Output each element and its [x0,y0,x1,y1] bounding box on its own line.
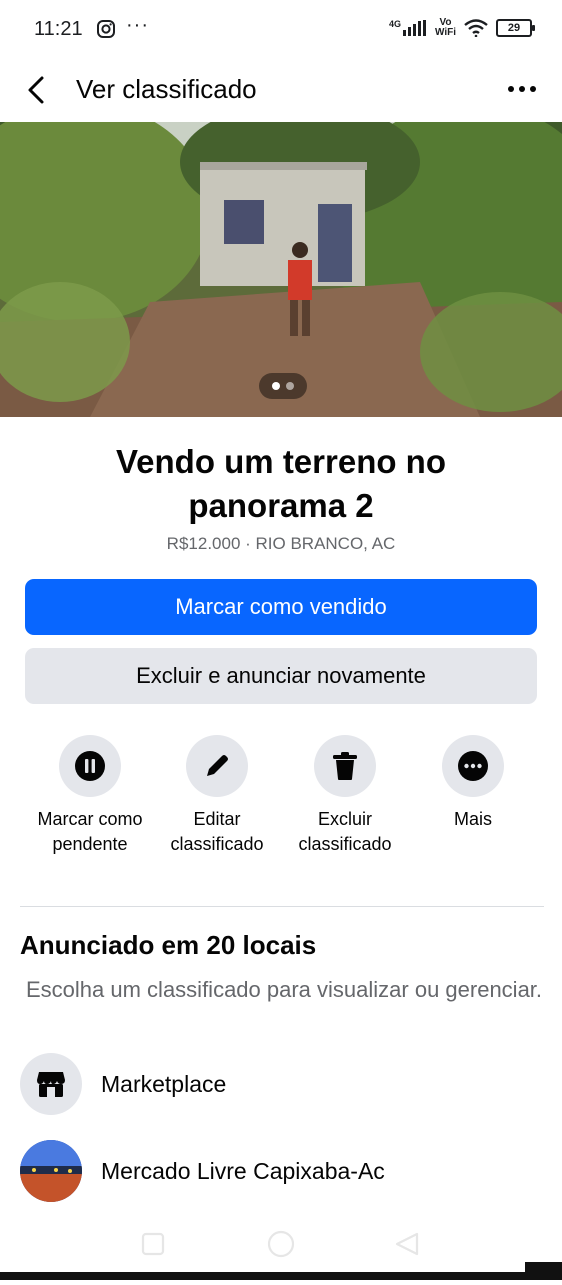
listing-photo[interactable] [0,122,562,417]
edit-listing-action[interactable]: Editar classificado [153,735,281,857]
signal-bars-icon [402,20,426,36]
group-avatar [20,1140,82,1202]
place-row-group[interactable]: Mercado Livre Capixaba-Ac [20,1140,540,1202]
delete-listing-label: Excluir classificado [298,809,392,854]
photo-pagination [259,373,307,399]
signal-icon: 4G [389,20,427,36]
pencil-icon [207,755,228,776]
instagram-icon [97,20,115,38]
marketplace-store-icon [20,1053,82,1115]
mark-pending-label: Marcar como pendente [37,809,143,854]
more-action-button[interactable] [442,735,504,797]
page-title: Ver classificado [76,74,257,104]
status-bar: 11:21 ··· 4G Vo WiFi 29 [0,0,562,62]
volte-icon: Vo WiFi [435,18,456,38]
edit-listing-button[interactable] [186,735,248,797]
pause-icon [75,751,105,781]
more-action[interactable]: Mais [409,735,537,832]
section-divider [20,906,544,907]
edit-listing-label: Editar classificado [170,809,264,854]
more-dot [508,86,514,92]
trash-icon [333,752,357,780]
status-indicators: 4G Vo WiFi 29 [389,18,535,38]
volte-bottom: WiFi [434,27,456,38]
mark-as-sold-button[interactable]: Marcar como vendido [25,579,537,635]
delete-listing-button[interactable] [314,735,376,797]
back-nav-icon [395,1232,419,1256]
battery-icon: 29 [496,19,535,37]
more-dot [519,86,525,92]
delete-and-relist-button[interactable]: Excluir e anunciar novamente [25,648,537,704]
home-icon [267,1230,295,1258]
posted-in-subtitle: Escolha um classificado para visualizar … [26,977,543,1002]
recent-apps-icon [141,1232,165,1256]
more-icon [458,751,488,781]
pagination-dot [286,382,294,390]
store-glyph [37,1072,65,1097]
screen-corner [525,1262,562,1280]
status-more-icon: ··· [126,14,149,36]
listing-price-location: R$12.000 · RIO BRANCO, AC [166,534,396,553]
network-type: 4G [388,19,401,29]
pagination-dot-active [272,382,280,390]
wifi-icon [464,19,488,37]
posted-in-title: Anunciado em 20 locais [20,930,317,960]
status-time: 11:21 [34,18,83,40]
mark-pending-action[interactable]: Marcar como pendente [26,735,154,857]
gesture-bar [0,1272,525,1280]
back-arrow-icon [28,76,44,104]
mark-pending-button[interactable] [59,735,121,797]
app-header: Ver classificado [0,62,562,118]
more-dot [530,86,536,92]
listing-title: Vendo um terreno no panorama 2 [115,443,447,524]
place-row-marketplace[interactable]: Marketplace [20,1053,540,1115]
place-label: Marketplace [101,1070,227,1097]
place-label: Mercado Livre Capixaba-Ac [101,1157,385,1184]
group-avatar-image [20,1140,82,1202]
more-action-label: Mais [453,809,492,829]
back-button[interactable] [22,72,52,108]
more-options-button[interactable] [502,76,542,102]
delete-listing-action[interactable]: Excluir classificado [281,735,409,857]
